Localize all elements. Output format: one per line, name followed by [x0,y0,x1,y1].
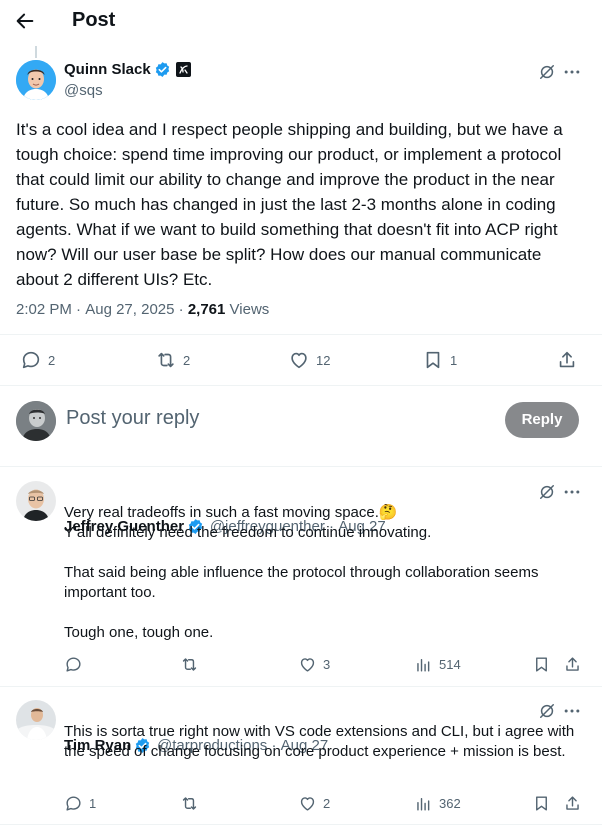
share-icon[interactable] [556,349,578,371]
grok-icon[interactable] [537,62,557,82]
views-action[interactable]: 362 [414,794,461,813]
post-meta: 2:02 PM · Aug 27, 2025 · 2,761 Views [16,301,270,318]
reply-count: 2 [48,352,56,368]
repost-icon [182,658,197,671]
bookmark-count: 1 [450,352,458,368]
reply-count: 1 [89,796,97,811]
share-icon[interactable] [563,794,582,813]
back-arrow-icon[interactable] [14,10,36,32]
like-icon [300,658,315,672]
avatar [16,401,56,441]
page-title: Post [72,9,116,31]
like-count: 2 [323,796,331,811]
header: Post [0,0,602,42]
reply-button[interactable]: Reply [505,402,579,438]
bookmark-icon[interactable] [532,794,551,813]
avatar[interactable] [16,60,56,100]
repost-action[interactable] [180,794,205,813]
more-icon[interactable] [562,482,582,502]
grok-icon[interactable] [537,701,557,721]
divider [0,466,602,467]
reply-input[interactable]: Post your reply [66,407,199,430]
bookmark-action[interactable]: 1 [422,349,457,371]
reply-icon [66,657,81,672]
like-action[interactable]: 3 [298,655,330,674]
repost-action[interactable]: 2 [155,349,190,371]
reply-icon [22,351,40,369]
divider [0,385,602,386]
grok-icon[interactable] [537,482,557,502]
views-label: Views [229,301,270,318]
views-icon [417,798,430,811]
views-action[interactable]: 514 [414,655,461,674]
bookmark-icon [426,351,440,369]
like-count: 12 [316,352,331,368]
reply-text: This is sorta true right now with VS cod… [64,723,575,760]
views-count: 362 [439,796,461,811]
divider [0,824,602,825]
reply-action[interactable]: 1 [64,794,96,813]
reply-action[interactable]: 2 [20,349,55,371]
like-action[interactable]: 2 [298,794,330,813]
views-icon [417,659,430,672]
divider [0,334,602,335]
author-row: Quinn Slack [64,61,191,78]
like-count: 3 [323,657,331,672]
post-text: It's a cool idea and I respect people sh… [16,120,563,289]
bookmark-icon[interactable] [532,655,551,674]
repost-action[interactable] [180,655,205,674]
more-icon[interactable] [562,701,582,721]
author-handle[interactable]: @sqs [64,82,103,99]
like-icon [291,352,307,369]
views-count: 514 [439,657,461,672]
reply-action[interactable] [64,655,89,674]
verified-icon [154,61,171,78]
repost-icon [182,797,197,810]
author-name[interactable]: Quinn Slack [64,61,151,78]
post-date[interactable]: Aug 27, 2025 [85,301,174,318]
like-icon [300,797,315,811]
reply-text: Very real tradeoffs in such a fast movin… [64,504,539,641]
avatar[interactable] [16,481,56,521]
avatar[interactable] [16,700,56,740]
like-action[interactable]: 12 [288,349,330,371]
share-icon[interactable] [563,655,582,674]
thread-line [35,46,37,58]
more-icon[interactable] [562,62,582,82]
repost-icon [158,352,174,368]
repost-count: 2 [183,352,191,368]
views-count: 2,761 [187,301,226,318]
post-time[interactable]: 2:02 PM [16,301,72,318]
affiliate-badge-icon[interactable] [175,62,191,77]
divider [0,686,602,687]
reply-icon [66,796,81,811]
